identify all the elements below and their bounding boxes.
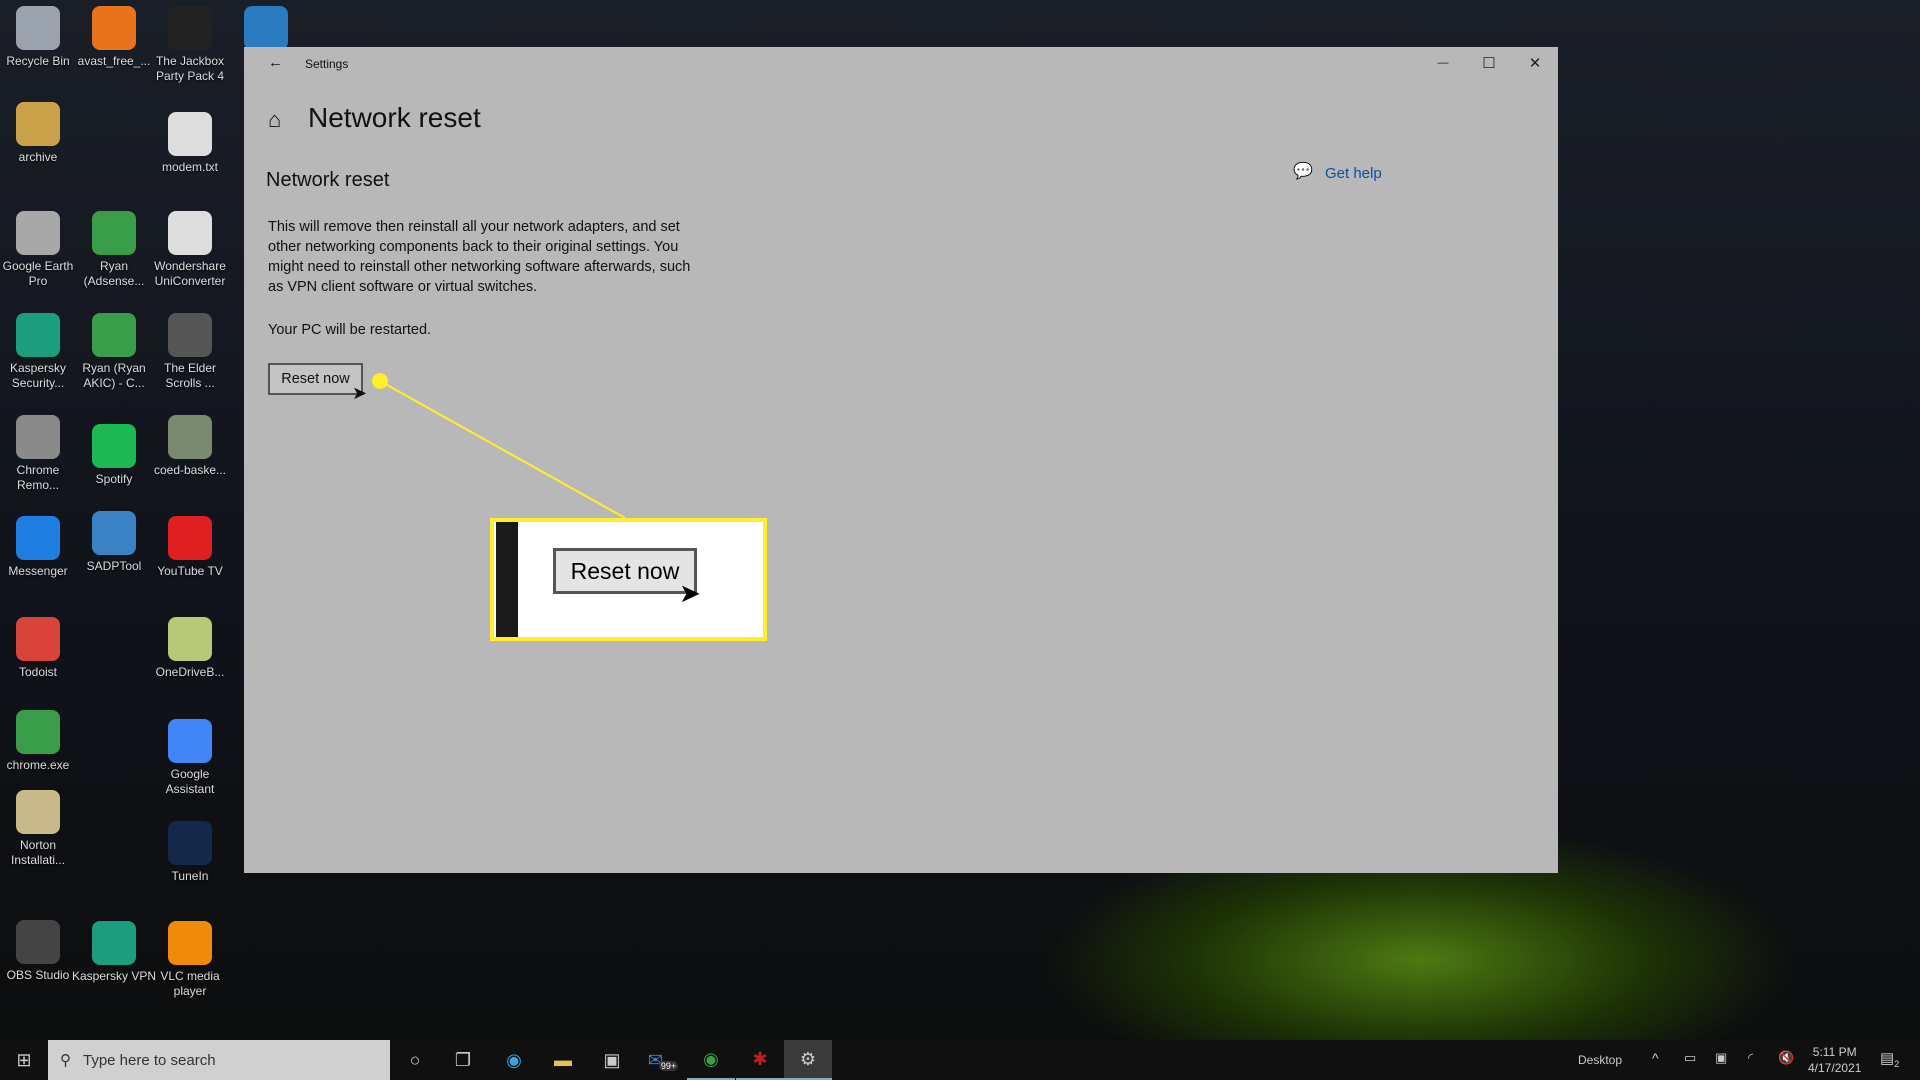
edge-icon[interactable]: ◉	[490, 1040, 538, 1080]
file-explorer-icon[interactable]: ▬	[539, 1040, 587, 1080]
callout-cursor-icon: ➤	[679, 578, 701, 608]
callout-reset-button: Reset now	[553, 548, 697, 594]
callout-line	[379, 380, 626, 519]
chevron-up-icon[interactable]: ^	[1652, 1050, 1659, 1066]
taskbar: ⊞ ⚲ Type here to search ○ ❐ ◉ ▬ ▣ ✉ 99+ ◉…	[0, 1040, 1920, 1080]
zoom-callout: Reset now ➤	[490, 518, 767, 641]
chrome-icon[interactable]: ◉	[687, 1040, 735, 1080]
mail-badge: 99+	[658, 1061, 679, 1071]
mail-icon[interactable]: ✉ 99+	[639, 1040, 687, 1080]
settings-icon[interactable]: ⚙	[784, 1040, 832, 1080]
notifications-icon[interactable]: ▤2	[1880, 1049, 1899, 1069]
cortana-icon[interactable]: ○	[391, 1040, 439, 1080]
task-view-icon[interactable]: ❐	[439, 1040, 487, 1080]
date: 4/17/2021	[1808, 1061, 1862, 1075]
wifi-icon[interactable]: ◜	[1748, 1050, 1753, 1066]
callout-stripe	[496, 522, 518, 637]
search-icon: ⚲	[60, 1052, 71, 1069]
desktop-toolbar[interactable]: Desktop	[1578, 1053, 1622, 1067]
callout-connector	[372, 373, 626, 519]
search-box[interactable]: ⚲ Type here to search	[48, 1040, 390, 1080]
store-icon[interactable]: ▣	[588, 1040, 636, 1080]
start-button[interactable]: ⊞	[0, 1040, 48, 1080]
battery-icon[interactable]: ▭	[1684, 1050, 1696, 1066]
callout-dot	[372, 373, 388, 389]
app-icon[interactable]: ✱	[736, 1040, 784, 1080]
update-icon[interactable]: ▣	[1715, 1050, 1727, 1066]
volume-muted-icon[interactable]: 🔇	[1778, 1050, 1794, 1066]
search-placeholder: Type here to search	[83, 1051, 216, 1069]
time: 5:11 PM	[1812, 1045, 1857, 1059]
clock[interactable]: 5:11 PM 4/17/2021	[1808, 1044, 1861, 1076]
notification-count: 2	[1894, 1059, 1900, 1069]
